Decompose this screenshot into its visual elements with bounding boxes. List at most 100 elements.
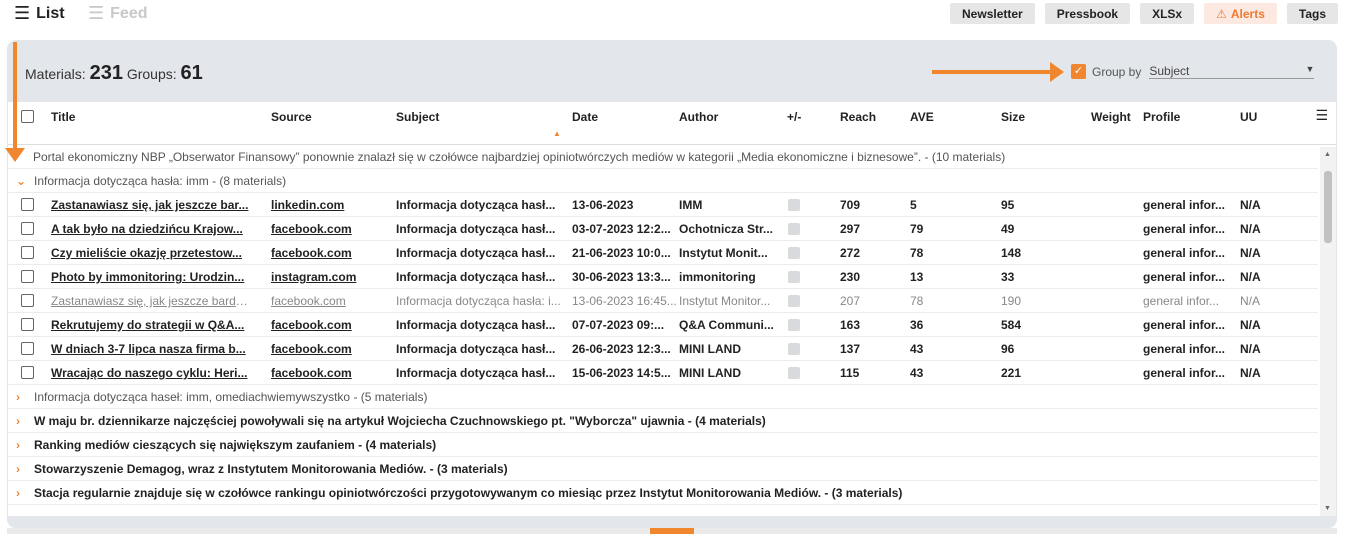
row-title[interactable]: Photo by immonitoring: Urodzin... [51,270,251,284]
row-source[interactable]: facebook.com [271,318,386,332]
sentiment-badge[interactable] [788,295,800,307]
group-label: Informacja dotycząca haseł: imm, omediac… [34,389,428,404]
row-profile: general infor... [1143,366,1226,380]
row-subject: Informacja dotycząca hasł... [396,198,556,212]
sentiment-badge[interactable] [788,343,800,355]
row-title[interactable]: Zastanawiasz się, jak jeszcze bardz... [51,294,251,308]
row-title[interactable]: Rekrutujemy do strategii w Q&A... [51,318,251,332]
group-label: Informacja dotycząca hasła: imm - (8 mat… [34,173,287,188]
row-profile: general infor... [1143,294,1220,308]
table-row[interactable]: Wracając do naszego cyklu: Heri... faceb… [8,361,1318,385]
column-reach[interactable]: Reach [840,110,876,124]
materials-label: Materials: [25,66,86,82]
table-body: Portal ekonomiczny NBP „Obserwator Finan… [8,145,1318,505]
tags-button[interactable]: Tags [1286,3,1338,24]
column-menu-icon[interactable]: ☰ [1315,107,1328,124]
group-row[interactable]: › Ranking mediów cieszących się największ… [8,433,1318,457]
row-title[interactable]: A tak było na dziedzińcu Krajow... [51,222,251,236]
column-date[interactable]: Date [572,110,598,124]
sentiment-badge[interactable] [788,319,800,331]
chevron-down-icon: ⌄ [16,173,27,188]
table-row[interactable]: Czy mieliście okazję przetestow... faceb… [8,241,1318,265]
row-checkbox[interactable] [21,342,34,355]
row-subject: Informacja dotycząca hasł... [396,246,556,260]
row-source[interactable]: facebook.com [271,366,386,380]
row-size: 33 [1001,270,1015,284]
row-checkbox[interactable] [21,270,34,283]
group-row-expanded[interactable]: ⌄ Informacja dotycząca hasła: imm - (8 ma… [8,169,1318,193]
group-by-checkbox[interactable]: ✓ [1071,64,1086,79]
column-title[interactable]: Title [51,110,75,124]
table-row[interactable]: Zastanawiasz się, jak jeszcze bardz... f… [8,289,1318,313]
column-author[interactable]: Author [679,110,718,124]
group-row[interactable]: › Stowarzyszenie Demagog, wraz z Instytut… [8,457,1318,481]
alerts-button[interactable]: ⚠ Alerts [1204,3,1277,24]
tab-feed[interactable]: ☰ Feed [88,3,147,24]
caret-down-icon: ▼ [1305,64,1315,74]
row-checkbox[interactable] [21,318,34,331]
horizontal-scrollbar[interactable] [7,528,1337,534]
column-uu[interactable]: UU [1240,110,1257,124]
row-source[interactable]: facebook.com [271,342,386,356]
row-title[interactable]: Zastanawiasz się, jak jeszcze bar... [51,198,251,212]
column-profile[interactable]: Profile [1143,110,1180,124]
column-size[interactable]: Size [1001,110,1025,124]
sentiment-badge[interactable] [788,223,800,235]
scrollbar-thumb[interactable] [1324,171,1332,243]
sentiment-badge[interactable] [788,247,800,259]
row-title[interactable]: Czy mieliście okazję przetestow... [51,246,251,260]
table-row[interactable]: Rekrutujemy do strategii w Q&A... facebo… [8,313,1318,337]
row-source[interactable]: instagram.com [271,270,386,284]
column-source[interactable]: Source [271,110,312,124]
row-checkbox[interactable] [21,246,34,259]
table-row[interactable]: W dniach 3-7 lipca nasza firma b... face… [8,337,1318,361]
row-title[interactable]: W dniach 3-7 lipca nasza firma b... [51,342,251,356]
row-date: 13-06-2023 [572,198,634,212]
row-author: Ochotnicza Str... [679,222,774,236]
vertical-scrollbar[interactable]: ▲ ▼ [1320,147,1336,516]
sentiment-badge[interactable] [788,199,800,211]
group-row[interactable]: › Informacja dotycząca haseł: imm, omedia… [8,385,1318,409]
group-label: Portal ekonomiczny NBP „Obserwator Finan… [33,149,1006,164]
groups-count: 61 [180,62,203,84]
row-date: 15-06-2023 14:5... [572,366,671,380]
horizontal-scrollbar-thumb[interactable] [650,528,694,534]
row-ave: 43 [910,366,924,380]
row-source[interactable]: facebook.com [271,222,386,236]
row-uu: N/A [1240,294,1261,308]
row-size: 49 [1001,222,1015,236]
row-author: Q&A Communi... [679,318,774,332]
row-checkbox[interactable] [21,366,34,379]
scroll-up-icon[interactable]: ▲ [1324,151,1331,158]
table-row[interactable]: Photo by immonitoring: Urodzin... instag… [8,265,1318,289]
pressbook-button[interactable]: Pressbook [1044,3,1131,24]
column-weight[interactable]: Weight [1091,110,1131,124]
row-checkbox[interactable] [21,294,34,307]
xlsx-button[interactable]: XLSx [1140,3,1195,24]
row-source[interactable]: facebook.com [271,294,386,308]
newsletter-button[interactable]: Newsletter [950,3,1035,24]
group-row[interactable]: Portal ekonomiczny NBP „Obserwator Finan… [8,145,1318,169]
group-row[interactable]: › Stacja regularnie znajduje się w czołów… [8,481,1318,505]
select-all-checkbox[interactable] [21,110,34,123]
row-title[interactable]: Wracając do naszego cyklu: Heri... [51,366,251,380]
row-subject: Informacja dotycząca hasł... [396,318,556,332]
row-profile: general infor... [1143,318,1226,332]
sentiment-badge[interactable] [788,271,800,283]
group-by-select[interactable]: Subject ▼ [1149,64,1315,79]
row-reach: 272 [840,246,861,260]
table-row[interactable]: A tak było na dziedzińcu Krajow... faceb… [8,217,1318,241]
row-source[interactable]: linkedin.com [271,198,386,212]
group-row[interactable]: › W maju br. dziennikarze najczęściej pow… [8,409,1318,433]
row-source[interactable]: facebook.com [271,246,386,260]
table-row[interactable]: Zastanawiasz się, jak jeszcze bar... lin… [8,193,1318,217]
scroll-down-icon[interactable]: ▼ [1324,505,1331,512]
column-ave[interactable]: AVE [910,110,934,124]
row-checkbox[interactable] [21,222,34,235]
row-profile: general infor... [1143,222,1226,236]
tab-list[interactable]: ☰ List [14,3,65,24]
column-subject[interactable]: Subject [396,110,439,124]
sentiment-badge[interactable] [788,367,800,379]
row-checkbox[interactable] [21,198,34,211]
column-plus-minus[interactable]: +/- [787,110,801,124]
